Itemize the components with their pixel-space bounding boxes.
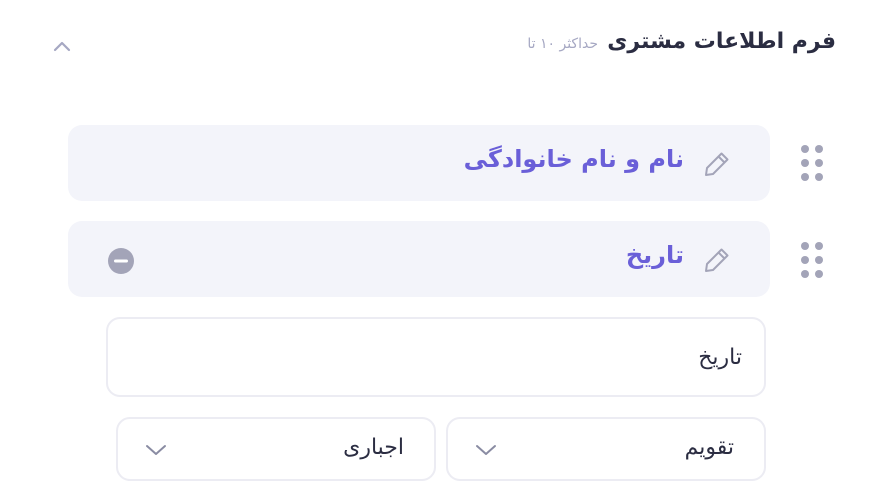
chevron-down-icon (476, 445, 496, 455)
chevron-down-icon (146, 445, 166, 455)
required-select[interactable]: اجباری (116, 417, 436, 481)
customer-form-builder: فرم اطلاعات مشتری حداکثر ۱۰ تا نام و نام… (0, 0, 892, 500)
form-title: فرم اطلاعات مشتری (607, 29, 836, 54)
required-value: اجباری (343, 435, 404, 460)
drag-handle-icon[interactable] (798, 143, 826, 183)
collapse-button[interactable] (48, 34, 76, 58)
field-type-select[interactable]: تقویم (446, 417, 766, 481)
field-row-date[interactable]: تاریخ (68, 221, 770, 297)
field-label: نام و نام خانوادگی (463, 145, 684, 173)
pencil-icon[interactable] (702, 245, 732, 275)
chevron-up-icon (53, 41, 71, 52)
field-type-value: تقویم (684, 435, 734, 460)
minus-circle-icon[interactable] (108, 248, 134, 274)
pencil-icon[interactable] (702, 149, 732, 179)
field-row-full-name[interactable]: نام و نام خانوادگی (68, 125, 770, 201)
form-limit-note: حداکثر ۱۰ تا (527, 36, 598, 52)
field-label: تاریخ (625, 241, 684, 269)
drag-handle-icon[interactable] (798, 240, 826, 280)
field-name-input[interactable] (106, 317, 766, 397)
